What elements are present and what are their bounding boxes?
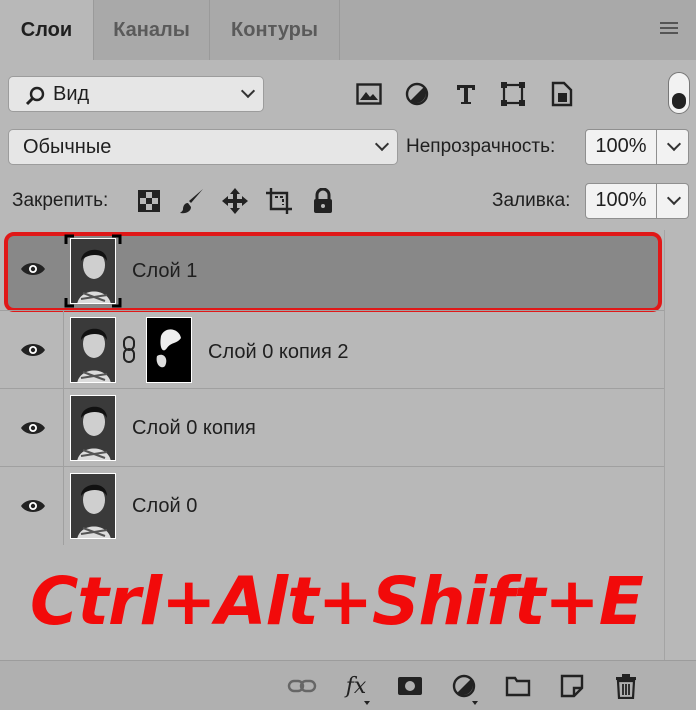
- lock-position-icon[interactable]: [220, 186, 250, 216]
- visibility-toggle[interactable]: [0, 230, 64, 308]
- layer-thumbnail[interactable]: [70, 317, 116, 383]
- shape-filter-icon[interactable]: [499, 80, 527, 108]
- layer-name[interactable]: Слой 0: [132, 495, 197, 518]
- smart-object-filter-icon[interactable]: [548, 80, 576, 108]
- lock-transparent-pixels-icon[interactable]: [136, 188, 162, 214]
- layer-name[interactable]: Слой 0 копия: [132, 417, 256, 440]
- lock-all-icon[interactable]: [310, 186, 336, 216]
- layer-thumbnail[interactable]: [70, 395, 116, 461]
- chevron-down-icon: [374, 136, 390, 152]
- eye-icon: [21, 344, 45, 356]
- fill-dropdown-button[interactable]: [657, 183, 689, 219]
- layer-row[interactable]: Слой 1: [0, 230, 664, 308]
- lock-image-pixels-icon[interactable]: [178, 186, 206, 216]
- layer-name[interactable]: Слой 1: [132, 260, 197, 283]
- shortcut-overlay-text: Ctrl+Alt+Shift+E: [30, 563, 644, 640]
- tab-layers[interactable]: Слои: [0, 0, 94, 60]
- fill-label: Заливка:: [492, 190, 571, 211]
- chevron-down-icon: [666, 136, 682, 152]
- layer-row[interactable]: Слой 0 копия 2: [0, 310, 664, 389]
- layer-row[interactable]: Слой 0: [0, 466, 664, 545]
- chevron-down-icon: [240, 83, 256, 99]
- search-icon: [25, 86, 45, 106]
- filter-kind-dropdown[interactable]: Вид: [8, 76, 264, 112]
- fx-icon[interactable]: fx: [340, 671, 372, 705]
- lock-artboard-icon[interactable]: [264, 186, 294, 216]
- tab-channels[interactable]: Каналы: [94, 0, 210, 60]
- opacity-label: Непрозрачность:: [406, 136, 556, 157]
- image-filter-icon[interactable]: [355, 80, 383, 108]
- adjustment-layer-icon[interactable]: [448, 671, 480, 705]
- eye-icon: [21, 500, 45, 512]
- add-mask-icon[interactable]: [394, 671, 426, 701]
- opacity-input[interactable]: 100%: [585, 129, 657, 165]
- layer-thumbnail[interactable]: [70, 473, 116, 539]
- tab-paths[interactable]: Контуры: [210, 0, 340, 60]
- bottom-toolbar: fx: [0, 660, 696, 710]
- mask-link-icon[interactable]: [122, 335, 136, 365]
- panel-menu-icon[interactable]: [660, 22, 678, 36]
- layers-panel: Слои Каналы Контуры Вид Обычные Непрозра…: [0, 0, 696, 710]
- layer-row[interactable]: Слой 0 копия: [0, 388, 664, 467]
- group-folder-icon[interactable]: [502, 671, 534, 701]
- link-layers-icon[interactable]: [286, 671, 318, 701]
- filter-kind-label: Вид: [53, 83, 90, 105]
- trash-icon[interactable]: [610, 671, 642, 701]
- layer-mask-thumbnail[interactable]: [146, 317, 192, 383]
- layer-name[interactable]: Слой 0 копия 2: [208, 341, 348, 364]
- lock-label: Закрепить:: [12, 190, 109, 211]
- blend-mode-dropdown[interactable]: Обычные: [8, 129, 398, 165]
- type-filter-icon[interactable]: [452, 80, 480, 108]
- opacity-dropdown-button[interactable]: [657, 129, 689, 165]
- tab-bar: Слои Каналы Контуры: [0, 0, 696, 60]
- chevron-down-icon: [666, 190, 682, 206]
- eye-icon: [21, 422, 45, 434]
- blend-mode-label: Обычные: [23, 136, 112, 158]
- new-layer-icon[interactable]: [556, 671, 588, 701]
- layer-selection-corners: [64, 234, 122, 308]
- adjustment-filter-icon[interactable]: [403, 80, 431, 108]
- visibility-toggle[interactable]: [0, 311, 64, 389]
- layer-list: Слой 1 Слой 0 копия 2 Слой 0 копия Слой …: [0, 230, 664, 546]
- visibility-toggle[interactable]: [0, 389, 64, 467]
- fill-input[interactable]: 100%: [585, 183, 657, 219]
- eye-icon: [21, 263, 45, 275]
- filter-toggle-switch[interactable]: [668, 72, 690, 114]
- visibility-toggle[interactable]: [0, 467, 64, 545]
